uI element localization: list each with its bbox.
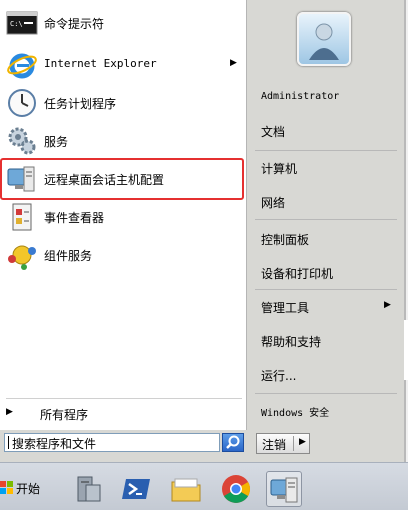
program-task-scheduler[interactable]: 任务计划程序 (0, 84, 246, 122)
taskbar-item-powershell[interactable] (118, 471, 154, 507)
remote-desktop-config-icon (270, 477, 298, 503)
program-label: 事件查看器 (44, 211, 105, 225)
folder-icon (171, 478, 201, 502)
documents-link[interactable]: 文档 (261, 123, 285, 140)
program-event-viewer[interactable]: 事件查看器 (0, 198, 246, 236)
svg-text:C:\: C:\ (10, 20, 23, 28)
server-manager-icon (77, 476, 101, 502)
help-support-link[interactable]: 帮助和支持 (261, 333, 321, 350)
divider (255, 289, 397, 290)
powershell-icon (122, 479, 150, 499)
taskbar-item-chrome[interactable] (218, 471, 254, 507)
services-icon (8, 127, 36, 155)
network-link[interactable]: 网络 (261, 194, 285, 211)
start-menu: C:\ 命令提示符 Internet Explorer ▶ 任务计划程序 服务 … (0, 0, 406, 462)
user-icon (309, 23, 339, 60)
submenu-arrow-icon: ▶ (230, 58, 237, 68)
shutdown-options-arrow-icon[interactable]: ▶ (299, 437, 306, 447)
text-caret (8, 436, 9, 449)
taskbar-item-server-manager[interactable] (70, 471, 106, 507)
search-row: 搜索程序和文件 注销 ▶ (0, 430, 404, 462)
background-window-edge (404, 320, 408, 380)
task-scheduler-icon (8, 89, 36, 117)
expand-arrow-icon: ▶ (6, 407, 13, 417)
user-avatar[interactable] (297, 12, 351, 66)
program-label: 服务 (44, 135, 69, 149)
search-placeholder: 搜索程序和文件 (12, 437, 97, 451)
computer-link[interactable]: 计算机 (261, 160, 297, 177)
divider (6, 398, 242, 399)
logoff-label: 注销 (262, 438, 287, 452)
run-link[interactable]: 运行... (261, 367, 296, 384)
all-programs-button[interactable]: ▶ 所有程序 (0, 400, 246, 426)
taskbar-item-remote-desktop-config[interactable] (266, 471, 302, 507)
component-services-icon (8, 245, 36, 270)
windows-logo-icon (0, 481, 13, 494)
divider (255, 150, 397, 151)
program-label: Internet Explorer (44, 57, 157, 70)
magnifier-icon (226, 435, 240, 449)
taskbar: 开始 (0, 462, 408, 510)
windows-security-link[interactable]: Windows 安全 (261, 404, 329, 419)
program-label: 组件服务 (44, 249, 93, 263)
selection-highlight-frame (0, 158, 244, 200)
username-link[interactable]: Administrator (261, 91, 339, 102)
program-label: 任务计划程序 (44, 97, 117, 111)
submenu-arrow-icon: ▶ (384, 300, 391, 310)
program-cmd[interactable]: C:\ 命令提示符 (0, 4, 246, 42)
divider (255, 219, 397, 220)
places-pane: Administrator 文档 计算机 网络 控制面板 设备和打印机 管理工具… (247, 0, 404, 430)
program-label: 命令提示符 (44, 17, 105, 31)
event-viewer-icon (12, 203, 32, 231)
divider (255, 393, 397, 394)
program-internet-explorer[interactable]: Internet Explorer ▶ (0, 46, 246, 84)
devices-printers-link[interactable]: 设备和打印机 (261, 265, 333, 282)
program-services[interactable]: 服务 (0, 122, 246, 160)
taskbar-item-explorer[interactable] (168, 471, 204, 507)
start-label: 开始 (16, 482, 41, 496)
admin-tools-link[interactable]: 管理工具 (261, 299, 309, 316)
divider (293, 436, 294, 451)
all-programs-label: 所有程序 (40, 408, 89, 422)
control-panel-link[interactable]: 控制面板 (261, 231, 309, 248)
chrome-icon (222, 475, 250, 503)
cmd-icon: C:\ (6, 11, 38, 35)
logoff-button[interactable]: 注销 ▶ (256, 433, 310, 454)
ie-icon (7, 53, 37, 79)
search-input[interactable]: 搜索程序和文件 (4, 433, 220, 452)
start-button[interactable]: 开始 (0, 477, 46, 499)
programs-pane: C:\ 命令提示符 Internet Explorer ▶ 任务计划程序 服务 … (0, 0, 247, 430)
search-button[interactable] (222, 433, 244, 452)
program-component-services[interactable]: 组件服务 (0, 236, 246, 274)
